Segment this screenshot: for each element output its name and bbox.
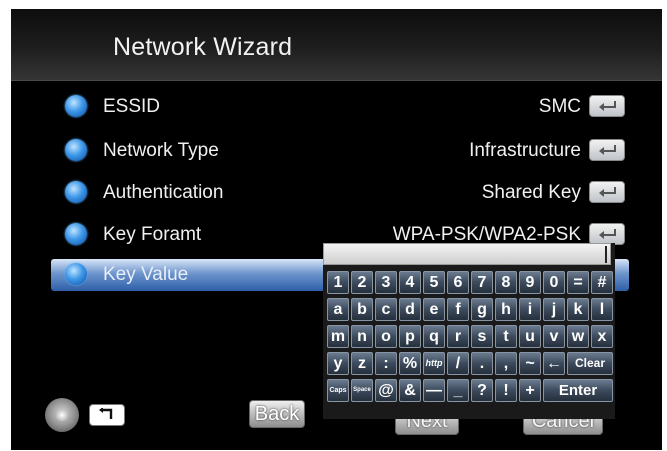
- key[interactable]: ,: [495, 352, 517, 375]
- key[interactable]: z: [351, 352, 373, 375]
- text-cursor: [605, 246, 607, 263]
- key[interactable]: 1: [327, 271, 349, 294]
- blue-orb-icon: [65, 181, 87, 203]
- key[interactable]: w: [567, 325, 589, 348]
- clear-key[interactable]: Clear: [567, 352, 613, 375]
- key[interactable]: ?: [471, 379, 493, 402]
- key[interactable]: d: [399, 298, 421, 321]
- page-title: Network Wizard: [113, 33, 293, 61]
- key[interactable]: a: [327, 298, 349, 321]
- key[interactable]: !: [495, 379, 517, 402]
- key[interactable]: s: [471, 325, 493, 348]
- back-button[interactable]: Back: [249, 400, 305, 428]
- space-key[interactable]: Space: [351, 379, 373, 402]
- key[interactable]: 8: [495, 271, 517, 294]
- row-value: Infrastructure: [469, 140, 581, 161]
- key[interactable]: 4: [399, 271, 421, 294]
- nav-pad-icon: [45, 398, 79, 432]
- key[interactable]: 6: [447, 271, 469, 294]
- key[interactable]: v: [543, 325, 565, 348]
- enter-key[interactable]: Enter: [543, 379, 613, 402]
- enter-arrow-icon[interactable]: [589, 139, 625, 161]
- enter-arrow-icon[interactable]: [589, 95, 625, 117]
- key[interactable]: =: [567, 271, 589, 294]
- key[interactable]: —: [423, 379, 445, 402]
- wizard-screen: Network Wizard ESSID SMC Network Type In…: [11, 9, 662, 450]
- key[interactable]: e: [423, 298, 445, 321]
- key[interactable]: n: [351, 325, 373, 348]
- key[interactable]: 9: [519, 271, 541, 294]
- row-label: Key Value: [103, 264, 189, 285]
- row-authentication[interactable]: Authentication Shared Key: [51, 177, 629, 209]
- enter-arrow-icon[interactable]: [589, 181, 625, 203]
- caps-key[interactable]: Caps: [327, 379, 349, 402]
- key[interactable]: x: [591, 325, 613, 348]
- key[interactable]: r: [447, 325, 469, 348]
- row-label: Authentication: [103, 182, 224, 203]
- key[interactable]: 0: [543, 271, 565, 294]
- key[interactable]: l: [591, 298, 613, 321]
- key[interactable]: c: [375, 298, 397, 321]
- key[interactable]: o: [375, 325, 397, 348]
- blue-orb-icon: [65, 263, 87, 285]
- row-label: Network Type: [103, 140, 219, 161]
- row-value: Shared Key: [481, 182, 581, 203]
- key[interactable]: 5: [423, 271, 445, 294]
- backspace-key[interactable]: ←: [543, 352, 565, 375]
- row-label: ESSID: [103, 96, 161, 117]
- key[interactable]: y: [327, 352, 349, 375]
- key[interactable]: @: [375, 379, 397, 402]
- key[interactable]: k: [567, 298, 589, 321]
- key[interactable]: 3: [375, 271, 397, 294]
- row-value: SMC: [538, 96, 581, 117]
- key[interactable]: %: [399, 352, 421, 375]
- key[interactable]: u: [519, 325, 541, 348]
- row-network-type[interactable]: Network Type Infrastructure: [51, 135, 629, 167]
- key[interactable]: http: [423, 352, 445, 375]
- key[interactable]: :: [375, 352, 397, 375]
- enter-arrow-icon[interactable]: [589, 223, 625, 245]
- row-label: Key Foramt: [103, 224, 202, 245]
- key[interactable]: +: [519, 379, 541, 402]
- key[interactable]: #: [591, 271, 613, 294]
- blue-orb-icon: [65, 95, 87, 117]
- key[interactable]: 2: [351, 271, 373, 294]
- key[interactable]: f: [447, 298, 469, 321]
- key[interactable]: &: [399, 379, 421, 402]
- key[interactable]: g: [471, 298, 493, 321]
- key[interactable]: .: [471, 352, 493, 375]
- key[interactable]: p: [399, 325, 421, 348]
- key[interactable]: h: [495, 298, 517, 321]
- key[interactable]: 7: [471, 271, 493, 294]
- title-bar: Network Wizard: [11, 9, 662, 81]
- key[interactable]: i: [519, 298, 541, 321]
- blue-orb-icon: [65, 223, 87, 245]
- row-essid[interactable]: ESSID SMC: [51, 91, 629, 123]
- key-value-input[interactable]: [323, 243, 611, 265]
- key[interactable]: ~: [519, 352, 541, 375]
- key[interactable]: m: [327, 325, 349, 348]
- key[interactable]: _: [447, 379, 469, 402]
- key[interactable]: /: [447, 352, 469, 375]
- blue-orb-icon: [65, 139, 87, 161]
- key[interactable]: j: [543, 298, 565, 321]
- key[interactable]: q: [423, 325, 445, 348]
- return-icon[interactable]: [89, 404, 125, 426]
- key[interactable]: t: [495, 325, 517, 348]
- key[interactable]: b: [351, 298, 373, 321]
